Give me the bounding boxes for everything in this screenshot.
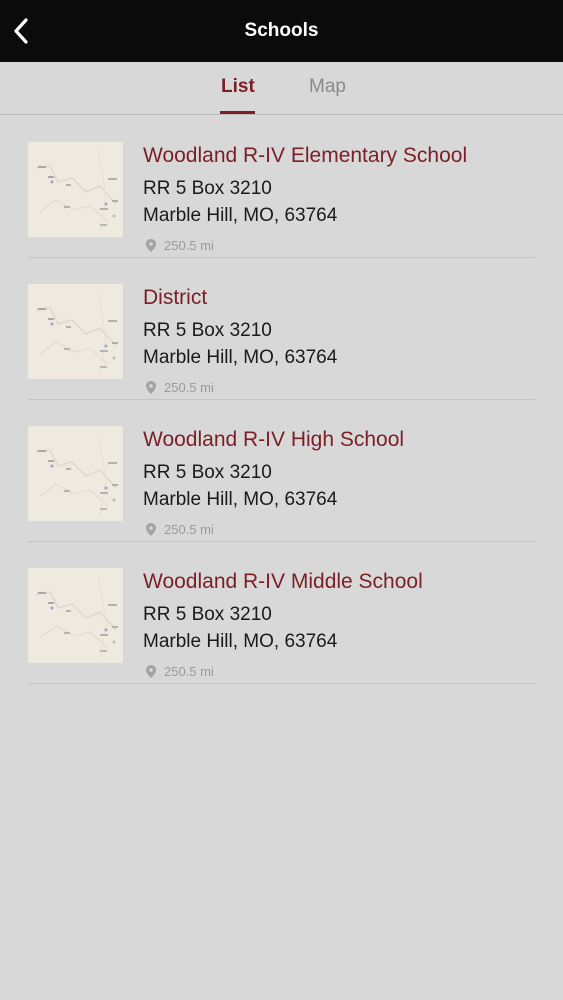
back-button[interactable] — [6, 14, 36, 48]
map-thumbnail — [28, 568, 123, 663]
school-city: Marble Hill, MO, 63764 — [143, 489, 338, 510]
school-address: RR 5 Box 3210 — [143, 604, 272, 625]
location-pin-icon — [146, 381, 156, 394]
school-list-item[interactable]: Woodland R-IV Middle School RR 5 Box 321… — [28, 542, 535, 684]
location-pin-icon — [146, 523, 156, 536]
distance-value: 250.5 mi — [164, 380, 214, 395]
school-address: RR 5 Box 3210 — [143, 462, 272, 483]
school-list-item[interactable]: Woodland R-IV High School RR 5 Box 3210 … — [28, 400, 535, 542]
school-distance: 250.5 mi — [146, 522, 214, 537]
school-address: RR 5 Box 3210 — [143, 320, 272, 341]
school-distance: 250.5 mi — [146, 664, 214, 679]
location-pin-icon — [146, 239, 156, 252]
school-name: District — [143, 286, 208, 309]
location-pin-icon — [146, 665, 156, 678]
school-name: Woodland R-IV Elementary School — [143, 144, 468, 167]
tab-bar: List Map — [0, 62, 563, 115]
distance-value: 250.5 mi — [164, 238, 214, 253]
tab-list[interactable]: List — [221, 76, 255, 98]
school-city: Marble Hill, MO, 63764 — [143, 347, 338, 368]
school-list-item[interactable]: District RR 5 Box 3210 Marble Hill, MO, … — [28, 258, 535, 400]
school-distance: 250.5 mi — [146, 238, 214, 253]
tab-map[interactable]: Map — [309, 76, 346, 98]
map-thumbnail — [28, 426, 123, 521]
school-list: Woodland R-IV Elementary School RR 5 Box… — [0, 116, 563, 684]
school-name: Woodland R-IV High School — [143, 428, 405, 451]
school-city: Marble Hill, MO, 63764 — [143, 631, 338, 652]
map-thumbnail — [28, 284, 123, 379]
active-tab-indicator — [220, 111, 255, 114]
map-thumbnail — [28, 142, 123, 237]
chevron-left-icon — [14, 18, 28, 44]
school-city: Marble Hill, MO, 63764 — [143, 205, 338, 226]
page-title: Schools — [244, 20, 319, 41]
school-name: Woodland R-IV Middle School — [143, 570, 423, 593]
school-distance: 250.5 mi — [146, 380, 214, 395]
top-bar: Schools — [0, 0, 563, 62]
distance-value: 250.5 mi — [164, 522, 214, 537]
school-list-item[interactable]: Woodland R-IV Elementary School RR 5 Box… — [28, 116, 535, 258]
school-address: RR 5 Box 3210 — [143, 178, 272, 199]
distance-value: 250.5 mi — [164, 664, 214, 679]
